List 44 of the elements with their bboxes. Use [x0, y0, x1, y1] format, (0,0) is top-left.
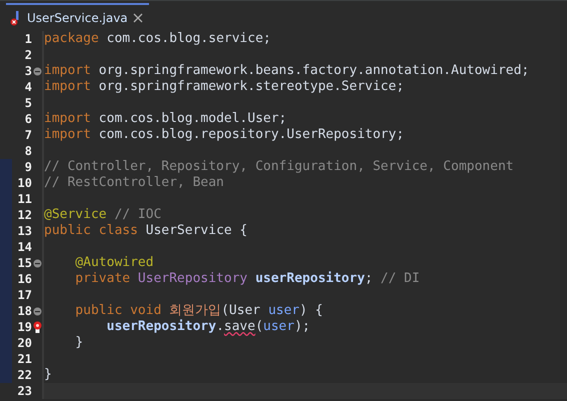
line-number: 10	[16, 176, 32, 190]
fold-icon[interactable]	[32, 66, 42, 76]
code-line: public void 회원가입(User user) {	[74, 303, 323, 319]
code-line: // Controller, Repository, Configuration, Service, Component	[44, 159, 514, 175]
fold-icon[interactable]	[32, 258, 42, 268]
code-line: import org.springframework.stereotype.Service;	[44, 79, 404, 95]
line-number: 23	[16, 384, 32, 398]
line-number: 12	[16, 208, 32, 222]
line-number: 6	[24, 112, 32, 126]
code-line: // RestController, Bean	[44, 175, 224, 191]
line-number: 5	[24, 96, 32, 110]
line-number: 16	[16, 272, 32, 286]
close-icon[interactable]	[132, 13, 143, 23]
code-line: @Service // IOC	[44, 207, 162, 223]
line-number: 1	[24, 32, 32, 46]
code-line: userRepository.save(user);	[106, 319, 310, 335]
line-number: 13	[16, 224, 32, 238]
code-line: private UserRepository userRepository; // DI	[74, 271, 420, 287]
line-number: 7	[24, 128, 32, 142]
code-line: package com.cos.blog.service;	[44, 31, 271, 47]
code-line: import com.cos.blog.model.User;	[44, 111, 287, 127]
line-number: 8	[24, 144, 32, 158]
line-number: 11	[16, 192, 32, 206]
line-number: 22	[16, 368, 32, 382]
line-number: 18	[16, 304, 32, 318]
line-number: 19	[16, 320, 32, 334]
code-line: }	[74, 335, 84, 351]
line-number: 17	[16, 288, 32, 302]
fold-icon[interactable]	[32, 306, 42, 316]
code-line: public class UserService {	[44, 223, 248, 239]
line-number: 20	[16, 336, 32, 350]
line-number: 14	[16, 240, 32, 254]
tab-title: UserService.java	[27, 11, 128, 25]
code-line: import com.cos.blog.repository.UserRepository;	[44, 127, 404, 143]
code-line: import org.springframework.beans.factory.annotation.Autowired;	[44, 63, 530, 79]
line-number: 3	[24, 64, 32, 78]
code-line: @Autowired	[74, 255, 154, 271]
line-number: 21	[16, 352, 32, 366]
line-number: 15	[16, 256, 32, 270]
code-line: }	[44, 367, 52, 383]
line-number: 2	[24, 48, 32, 62]
line-number: 4	[24, 80, 32, 94]
line-number: 9	[24, 160, 32, 174]
breakpoint-icon[interactable]	[32, 320, 42, 334]
